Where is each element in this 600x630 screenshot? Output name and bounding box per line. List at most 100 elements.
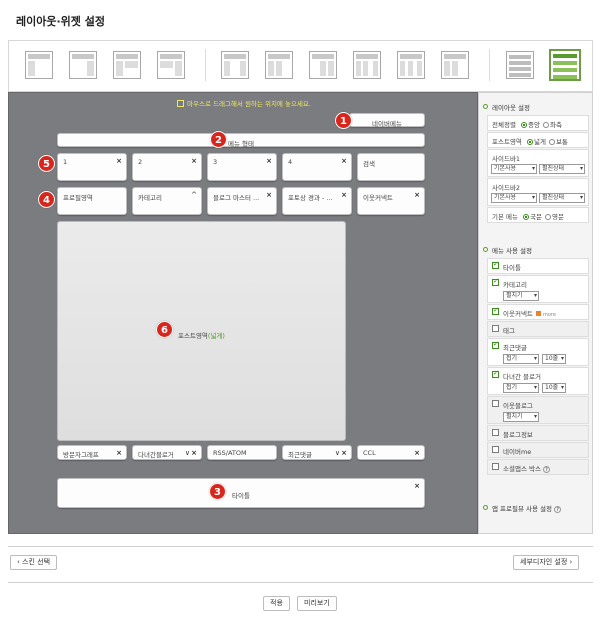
widget-recent-comments[interactable]: 최근댓글 ∨ × [282,445,352,460]
skin-select-button[interactable]: ‹ 스킨 선택 [10,555,58,570]
close-icon[interactable]: × [414,449,420,457]
layout-option-1[interactable] [25,51,53,79]
widget-title[interactable]: 타이틀 × [57,478,425,508]
widget-rss[interactable]: RSS/ATOM [207,445,277,460]
naver-me-checkbox[interactable] [492,446,499,453]
title-checkbox[interactable] [492,260,499,269]
close-icon[interactable]: × [116,449,122,457]
layout-option-7[interactable] [309,51,337,79]
widget-slot-1[interactable]: 1 × [57,153,127,181]
layout-option-8[interactable] [353,51,381,79]
drag-hint: 마우스로 드래그해서 원하는 위치에 놓으세요. [177,98,311,108]
layout-option-5[interactable] [221,51,249,79]
close-icon[interactable]: × [116,157,122,165]
recent-comment-lines-select[interactable]: 10줄 [542,354,566,364]
close-icon[interactable]: × [414,191,420,199]
page-title: 레이아웃·위젯 설정 [16,15,105,28]
detail-design-button[interactable]: 세부디자인 설정 › [513,555,580,570]
close-icon[interactable]: × [341,191,347,199]
close-icon[interactable]: × [191,157,197,165]
widget-photo[interactable]: 포토상 경과 - ... × [282,187,352,215]
close-icon[interactable]: × [341,157,347,165]
sidebar2-use-select[interactable]: 기본사용 [491,193,537,203]
post-area[interactable]: 포스트영역(넓게) [57,221,346,441]
widget-slot-2[interactable]: 2 × [132,153,202,181]
widget-nav-menu[interactable]: 네이버메뉴 [349,113,425,128]
tag-checkbox[interactable] [492,325,499,332]
basic-menu-row: 기본 메뉴 국문 영문 [487,207,589,223]
drag-hint-icon [177,100,184,107]
chevron-left-icon: ‹ [17,558,20,566]
dropdown-icon[interactable]: ∨ [185,449,190,457]
widget-visited-bloggers[interactable]: 다녀간블로거 ∨ × [132,445,202,460]
widget-visitor-graph[interactable]: 방문자그래프 × [57,445,127,460]
neighbor-blog-select[interactable]: 펼치기 [503,412,539,422]
neighbor-blog-checkbox[interactable] [492,400,499,407]
badge-2: 2 [210,131,227,148]
category-checkbox[interactable] [492,277,499,286]
collapse-icon[interactable]: ^ [191,191,197,199]
layout-option-6[interactable] [265,51,293,79]
close-icon[interactable]: × [266,191,272,199]
widget-ccl[interactable]: CCL × [357,445,425,460]
menu-item-category: 카테고리펼치기 [487,275,589,303]
layout-option-12-selected[interactable] [549,49,581,81]
visited-lines-select[interactable]: 10줄 [542,383,566,393]
menu-item-social-app: 소셜앱스 박스? [487,459,589,475]
badge-5: 5 [38,155,55,172]
menu-item-blog-info: 블로그정보 [487,425,589,441]
blog-info-checkbox[interactable] [492,429,499,436]
widget-profile[interactable]: 프로필영역 [57,187,127,215]
help-icon[interactable]: ? [554,506,562,513]
sidebar1-use-select[interactable]: 기본사용 [491,164,537,174]
post-wide-radio[interactable] [526,139,533,145]
preview-button[interactable]: 미리보기 [297,596,337,611]
recent-comment-checkbox[interactable] [492,340,499,349]
align-row: 전체정렬 중앙 좌측 [487,115,589,131]
dropdown-icon[interactable]: ∨ [335,449,340,457]
post-area-row: 포스트영역 넓게 보통 [487,132,589,148]
category-select[interactable]: 펼치기 [503,291,539,301]
layout-option-11[interactable] [506,51,534,79]
widget-neighbor-connect[interactable]: 이웃커넥트 × [357,187,425,215]
menu-english-radio[interactable] [545,214,552,220]
widget-slot-4[interactable]: 4 × [282,153,352,181]
visited-fold-select[interactable]: 접기 [503,383,539,393]
menu-item-title: 타이틀 [487,258,589,274]
widget-slot-3[interactable]: 3 × [207,153,277,181]
settings-panel: 레이아웃 설정 전체정렬 중앙 좌측 포스트영역 넓게 보통 사이드바1 기본사용 … [478,92,593,534]
widget-blog-master[interactable]: 블로그 마스터 ... × [207,187,277,215]
social-app-checkbox[interactable] [492,463,499,470]
menu-item-neighbor-blog: 이웃블로그 펼치기 [487,396,589,424]
badge-4: 4 [38,191,55,208]
close-icon[interactable]: × [341,449,347,457]
apply-button[interactable]: 적용 [263,596,290,611]
layout-option-3[interactable] [113,51,141,79]
layout-option-4[interactable] [157,51,185,79]
layout-option-9[interactable] [397,51,425,79]
widget-search[interactable]: 검색 [357,153,425,181]
help-icon[interactable]: ? [542,466,550,473]
close-icon[interactable]: × [191,449,197,457]
menu-korean-radio[interactable] [523,214,530,220]
neighbor-checkbox[interactable] [492,306,499,315]
sidebar2-state-select[interactable]: 펼친상태 [539,193,585,203]
close-icon[interactable]: × [414,482,420,490]
widget-category[interactable]: 카테고리 ^ [132,187,202,215]
visited-checkbox[interactable] [492,369,499,378]
recent-comment-fold-select[interactable]: 접기 [503,354,539,364]
rss-icon [535,311,541,316]
layout-option-2[interactable] [69,51,97,79]
close-icon[interactable]: × [266,157,272,165]
widget-menu-form[interactable]: 메뉴 형태 [57,133,425,148]
more-link[interactable]: more [543,312,556,318]
layout-option-10[interactable] [441,51,469,79]
menu-settings-title: 메뉴 사용 설정 [483,245,532,255]
sidebar1-state-select[interactable]: 펼친상태 [539,164,585,174]
align-left-radio[interactable] [542,122,549,128]
post-normal-radio[interactable] [548,139,555,145]
align-center-radio[interactable] [521,122,527,128]
sidebar2-row: 사이드바2 기본사용 펼친상태 [487,178,589,206]
app-profile-title: 앱 프로필뷰 사용 설정? [483,503,562,513]
badge-6: 6 [156,321,173,338]
